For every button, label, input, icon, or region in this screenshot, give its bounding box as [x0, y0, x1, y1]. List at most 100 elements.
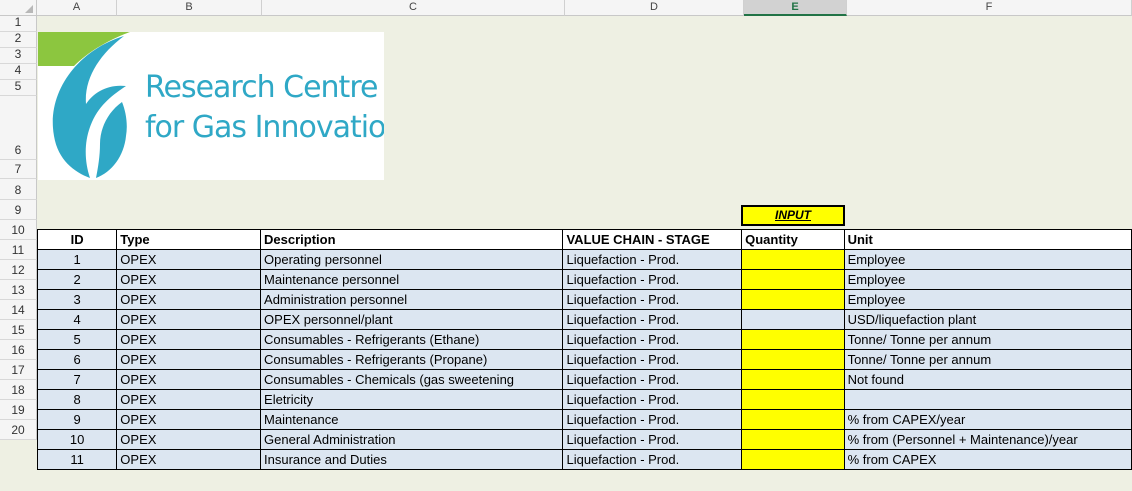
header-description[interactable]: Description	[260, 229, 564, 250]
row-header-19[interactable]: 19	[0, 400, 37, 420]
header-type[interactable]: Type	[116, 229, 262, 250]
cell-unit[interactable]: % from CAPEX	[843, 449, 1132, 470]
cell-quantity[interactable]	[741, 249, 845, 270]
cell-quantity[interactable]	[741, 369, 845, 390]
cell-unit[interactable]: Employee	[843, 289, 1132, 310]
cell-stage[interactable]: Liquefaction - Prod.	[562, 249, 743, 270]
row-header-10[interactable]: 10	[0, 220, 37, 240]
cell-quantity[interactable]	[741, 289, 845, 310]
cell-id[interactable]: 11	[36, 449, 118, 470]
cell-id[interactable]: 2	[36, 269, 118, 290]
row-header-15[interactable]: 15	[0, 320, 37, 340]
cell-description[interactable]: Administration personnel	[260, 289, 564, 310]
spreadsheet[interactable]: ABCDEF 1 2 3 4 5 6 7 8 9 10 11 12 13 14 15 16 17 18 19 20 R…	[0, 0, 1132, 491]
select-all-corner[interactable]	[0, 0, 37, 16]
cell-id[interactable]: 6	[36, 349, 118, 370]
header-quantity[interactable]: Quantity	[741, 229, 845, 250]
row-header-3[interactable]: 3	[0, 47, 37, 64]
cell-description[interactable]: Operating personnel	[260, 249, 564, 270]
cell-stage[interactable]: Liquefaction - Prod.	[562, 369, 743, 390]
cell-type[interactable]: OPEX	[116, 289, 262, 310]
header-stage[interactable]: VALUE CHAIN - STAGE	[562, 229, 743, 250]
cell-id[interactable]: 8	[36, 389, 118, 410]
cell-id[interactable]: 7	[36, 369, 118, 390]
row-header-13[interactable]: 13	[0, 280, 37, 300]
row-header-20[interactable]: 20	[0, 420, 37, 440]
cell-unit[interactable]: Employee	[843, 269, 1132, 290]
cell-quantity[interactable]	[741, 449, 845, 470]
cell-quantity[interactable]	[741, 349, 845, 370]
cell-unit[interactable]: Tonne/ Tonne per annum	[843, 329, 1132, 350]
cell-quantity[interactable]	[741, 389, 845, 410]
column-header-b[interactable]: B	[117, 0, 262, 16]
cell-type[interactable]: OPEX	[116, 429, 262, 450]
cell-type[interactable]: OPEX	[116, 309, 262, 330]
cell-id[interactable]: 4	[36, 309, 118, 330]
row-header-12[interactable]: 12	[0, 260, 37, 280]
column-header-c[interactable]: C	[262, 0, 565, 16]
row-header-8[interactable]: 8	[0, 179, 37, 200]
cell-description[interactable]: Consumables - Refrigerants (Propane)	[260, 349, 564, 370]
cell-unit[interactable]: % from (Personnel + Maintenance)/year	[843, 429, 1132, 450]
cell-stage[interactable]: Liquefaction - Prod.	[562, 349, 743, 370]
cell-unit[interactable]: Not found	[843, 369, 1132, 390]
cell-description[interactable]: Maintenance personnel	[260, 269, 564, 290]
cell-unit[interactable]: USD/liquefaction plant	[843, 309, 1132, 330]
cell-type[interactable]: OPEX	[116, 389, 262, 410]
cell-stage[interactable]: Liquefaction - Prod.	[562, 409, 743, 430]
row-header-18[interactable]: 18	[0, 380, 37, 400]
cell-stage[interactable]: Liquefaction - Prod.	[562, 389, 743, 410]
row-header-1[interactable]: 1	[0, 15, 37, 32]
row-header-16[interactable]: 16	[0, 340, 37, 360]
cell-quantity[interactable]	[741, 409, 845, 430]
cell-quantity[interactable]	[741, 329, 845, 350]
input-label-cell[interactable]: INPUT	[741, 205, 845, 226]
cell-id[interactable]: 10	[36, 429, 118, 450]
cell-unit[interactable]: Tonne/ Tonne per annum	[843, 349, 1132, 370]
row-header-5[interactable]: 5	[0, 79, 37, 96]
column-header-f[interactable]: F	[847, 0, 1132, 16]
row-header-11[interactable]: 11	[0, 240, 37, 260]
cell-stage[interactable]: Liquefaction - Prod.	[562, 309, 743, 330]
cell-id[interactable]: 1	[36, 249, 118, 270]
cell-type[interactable]: OPEX	[116, 249, 262, 270]
row-header-2[interactable]: 2	[0, 31, 37, 48]
cell-stage[interactable]: Liquefaction - Prod.	[562, 449, 743, 470]
cell-description[interactable]: Insurance and Duties	[260, 449, 564, 470]
cell-unit[interactable]: % from CAPEX/year	[843, 409, 1132, 430]
header-id[interactable]: ID	[36, 229, 118, 250]
cell-stage[interactable]: Liquefaction - Prod.	[562, 329, 743, 350]
cell-quantity[interactable]	[741, 269, 845, 290]
cell-type[interactable]: OPEX	[116, 269, 262, 290]
row-header-7[interactable]: 7	[0, 160, 37, 179]
cell-id[interactable]: 3	[36, 289, 118, 310]
row-header-6[interactable]: 6	[0, 96, 37, 160]
cell-description[interactable]: Consumables - Chemicals (gas sweetening	[260, 369, 564, 390]
cell-description[interactable]: OPEX personnel/plant	[260, 309, 564, 330]
cell-description[interactable]: Consumables - Refrigerants (Ethane)	[260, 329, 564, 350]
row-header-4[interactable]: 4	[0, 63, 37, 80]
cell-type[interactable]: OPEX	[116, 449, 262, 470]
row-header-14[interactable]: 14	[0, 300, 37, 320]
cell-quantity[interactable]	[741, 309, 845, 330]
cell-unit[interactable]: Employee	[843, 249, 1132, 270]
cell-quantity[interactable]	[741, 429, 845, 450]
cell-id[interactable]: 5	[36, 329, 118, 350]
cell-description[interactable]: Eletricity	[260, 389, 564, 410]
cell-description[interactable]: General Administration	[260, 429, 564, 450]
cell-stage[interactable]: Liquefaction - Prod.	[562, 429, 743, 450]
cell-type[interactable]: OPEX	[116, 409, 262, 430]
column-header-d[interactable]: D	[565, 0, 744, 16]
cell-type[interactable]: OPEX	[116, 369, 262, 390]
column-header-e[interactable]: E	[744, 0, 847, 16]
row-header-9[interactable]: 9	[0, 200, 37, 220]
column-header-a[interactable]: A	[37, 0, 117, 16]
header-unit[interactable]: Unit	[843, 229, 1132, 250]
cell-unit[interactable]	[843, 389, 1132, 410]
row-header-17[interactable]: 17	[0, 360, 37, 380]
cell-stage[interactable]: Liquefaction - Prod.	[562, 289, 743, 310]
cell-id[interactable]: 9	[36, 409, 118, 430]
cell-type[interactable]: OPEX	[116, 329, 262, 350]
cell-stage[interactable]: Liquefaction - Prod.	[562, 269, 743, 290]
cell-type[interactable]: OPEX	[116, 349, 262, 370]
